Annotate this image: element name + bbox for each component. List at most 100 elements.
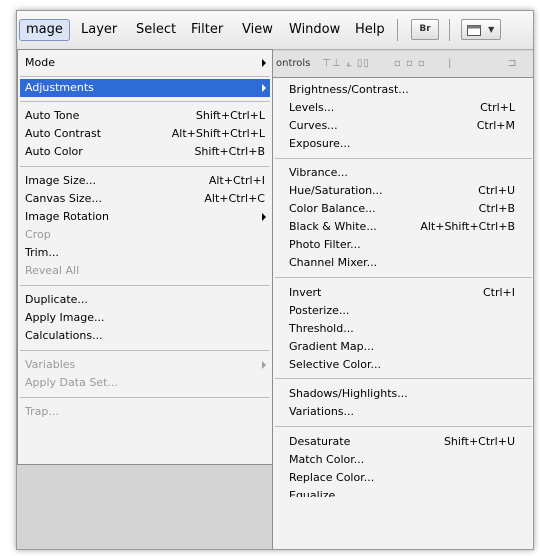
- image-size-shortcut: Alt+Ctrl+I: [208, 174, 265, 187]
- submenu-arrow-icon: [262, 361, 266, 369]
- image-size-label: Image Size...: [25, 174, 97, 187]
- reveal-all-item: Reveal All: [25, 262, 265, 280]
- black-white-label: Black & White...: [289, 220, 377, 233]
- trim-item[interactable]: Trim...: [25, 244, 265, 262]
- separator: [275, 426, 532, 427]
- adjustments-item[interactable]: Adjustments: [20, 79, 270, 97]
- menu-select[interactable]: Select: [130, 19, 182, 41]
- levels-shortcut: Ctrl+L: [480, 101, 515, 114]
- curves-item[interactable]: Curves... Ctrl+M: [289, 117, 515, 135]
- replace-color-item[interactable]: Replace Color...: [289, 469, 515, 487]
- color-balance-label: Color Balance...: [289, 202, 376, 215]
- hue-saturation-item[interactable]: Hue/Saturation... Ctrl+U: [289, 182, 515, 200]
- canvas-size-item[interactable]: Canvas Size... Alt+Ctrl+C: [25, 190, 265, 208]
- photo-filter-item[interactable]: Photo Filter...: [289, 236, 515, 254]
- separator: [20, 101, 270, 102]
- image-menu: Mode Adjustments Auto Tone Shift+Ctrl+L …: [17, 49, 273, 465]
- match-color-item[interactable]: Match Color...: [289, 451, 515, 469]
- shadows-highlights-label: Shadows/Highlights...: [289, 387, 408, 400]
- menu-separator: [449, 19, 450, 41]
- submenu-arrow-icon: [262, 59, 266, 67]
- menu-view[interactable]: View: [236, 19, 279, 41]
- menu-separator: [397, 19, 398, 41]
- image-size-item[interactable]: Image Size... Alt+Ctrl+I: [25, 172, 265, 190]
- crop-item: Crop: [25, 226, 265, 244]
- adjustments-submenu: Brightness/Contrast... Levels... Ctrl+L …: [272, 77, 533, 549]
- variations-label: Variations...: [289, 405, 355, 418]
- brightness-contrast-item[interactable]: Brightness/Contrast...: [289, 81, 515, 99]
- match-color-label: Match Color...: [289, 453, 365, 466]
- duplicate-item[interactable]: Duplicate...: [25, 291, 265, 309]
- levels-item[interactable]: Levels... Ctrl+L: [289, 99, 515, 117]
- align-icon[interactable]: ⊤⊥ ⫠ ▯▯: [322, 58, 370, 69]
- photo-filter-label: Photo Filter...: [289, 238, 361, 251]
- separator: [275, 158, 532, 159]
- menu-window[interactable]: Window: [283, 19, 346, 41]
- vibrance-label: Vibrance...: [289, 166, 348, 179]
- crop-label: Crop: [25, 228, 51, 241]
- selective-color-item[interactable]: Selective Color...: [289, 356, 515, 374]
- menu-image[interactable]: mage: [19, 19, 70, 41]
- invert-item[interactable]: Invert Ctrl+I: [289, 284, 515, 302]
- calculations-item[interactable]: Calculations...: [25, 327, 265, 345]
- trim-label: Trim...: [25, 246, 59, 259]
- bridge-button[interactable]: Br: [411, 19, 439, 40]
- brightness-contrast-label: Brightness/Contrast...: [289, 83, 409, 96]
- mode-label: Mode: [25, 56, 55, 69]
- variables-label: Variables: [25, 358, 76, 371]
- threshold-item[interactable]: Threshold...: [289, 320, 515, 338]
- chevron-down-icon: ▼: [488, 25, 495, 34]
- curves-label: Curves...: [289, 119, 338, 132]
- equalize-item[interactable]: Equalize: [289, 487, 515, 497]
- calculations-label: Calculations...: [25, 329, 103, 342]
- image-rotation-item[interactable]: Image Rotation: [25, 208, 265, 226]
- invert-shortcut: Ctrl+I: [482, 286, 515, 299]
- workspace-button[interactable]: ▼: [461, 19, 501, 40]
- color-balance-shortcut: Ctrl+B: [478, 202, 515, 215]
- channel-mixer-label: Channel Mixer...: [289, 256, 378, 269]
- trap-label: Trap...: [25, 405, 59, 418]
- variations-item[interactable]: Variations...: [289, 403, 515, 421]
- menu-filter[interactable]: Filter: [185, 19, 229, 41]
- gradient-map-item[interactable]: Gradient Map...: [289, 338, 515, 356]
- shadows-highlights-item[interactable]: Shadows/Highlights...: [289, 385, 515, 403]
- replace-color-label: Replace Color...: [289, 471, 375, 484]
- gradient-map-label: Gradient Map...: [289, 340, 375, 353]
- apply-image-item[interactable]: Apply Image...: [25, 309, 265, 327]
- exposure-label: Exposure...: [289, 137, 351, 150]
- separator: [20, 350, 270, 351]
- auto-color-shortcut: Shift+Ctrl+B: [194, 145, 265, 158]
- variables-item: Variables: [25, 356, 265, 374]
- exposure-item[interactable]: Exposure...: [289, 135, 515, 153]
- app-window: mage Layer Select Filter View Window Hel…: [16, 10, 534, 550]
- color-balance-item[interactable]: Color Balance... Ctrl+B: [289, 200, 515, 218]
- levels-label: Levels...: [289, 101, 335, 114]
- menu-bar: mage Layer Select Filter View Window Hel…: [17, 11, 533, 50]
- auto-color-item[interactable]: Auto Color Shift+Ctrl+B: [25, 143, 265, 161]
- curves-shortcut: Ctrl+M: [476, 119, 515, 132]
- menu-layer[interactable]: Layer: [75, 19, 123, 41]
- submenu-arrow-icon: [262, 213, 266, 221]
- apply-data-set-label: Apply Data Set...: [25, 376, 118, 389]
- separator: [275, 277, 532, 278]
- black-white-item[interactable]: Black & White... Alt+Shift+Ctrl+B: [289, 218, 515, 236]
- distribute-icon[interactable]: ▫ ▫ ▫: [394, 58, 426, 69]
- duplicate-label: Duplicate...: [25, 293, 88, 306]
- separator: [275, 378, 532, 379]
- canvas-size-shortcut: Alt+Ctrl+C: [204, 192, 265, 205]
- posterize-item[interactable]: Posterize...: [289, 302, 515, 320]
- separator: [20, 285, 270, 286]
- auto-contrast-item[interactable]: Auto Contrast Alt+Shift+Ctrl+L: [25, 125, 265, 143]
- channel-mixer-item[interactable]: Channel Mixer...: [289, 254, 515, 272]
- menu-help[interactable]: Help: [349, 19, 391, 41]
- auto-tone-item[interactable]: Auto Tone Shift+Ctrl+L: [25, 107, 265, 125]
- hue-saturation-label: Hue/Saturation...: [289, 184, 383, 197]
- threshold-label: Threshold...: [289, 322, 354, 335]
- mode-item[interactable]: Mode: [25, 54, 265, 72]
- options-label: ontrols: [276, 58, 311, 69]
- desaturate-item[interactable]: Desaturate Shift+Ctrl+U: [289, 433, 515, 451]
- vibrance-item[interactable]: Vibrance...: [289, 164, 515, 182]
- canvas-size-label: Canvas Size...: [25, 192, 102, 205]
- arrange-icon[interactable]: ⊐: [508, 58, 517, 69]
- selective-color-label: Selective Color...: [289, 358, 381, 371]
